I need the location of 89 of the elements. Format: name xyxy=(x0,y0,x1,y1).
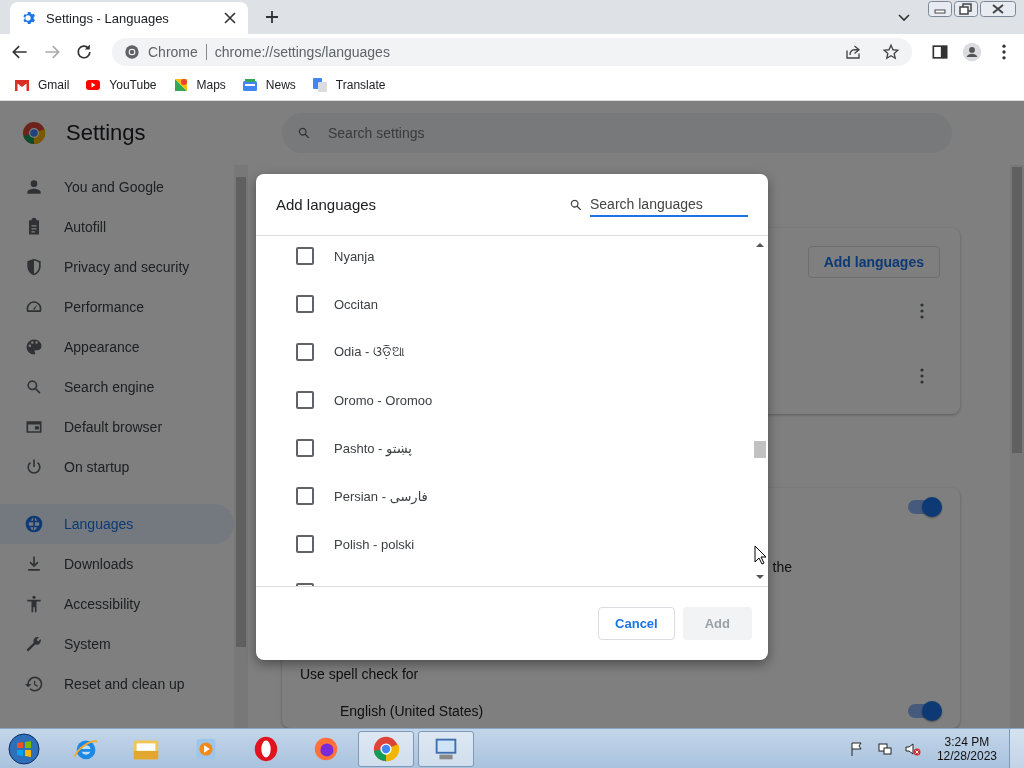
mouse-cursor-icon xyxy=(754,545,766,565)
side-panel-icon[interactable] xyxy=(930,42,950,62)
checkbox[interactable] xyxy=(296,439,314,457)
start-button[interactable] xyxy=(8,732,40,765)
star-icon[interactable] xyxy=(882,43,900,61)
checkbox[interactable] xyxy=(296,247,314,265)
nav-item[interactable]: Autofill xyxy=(0,207,234,247)
nav-item[interactable]: Privacy and security xyxy=(0,247,234,287)
palette-icon xyxy=(24,337,44,357)
reload-icon[interactable] xyxy=(74,42,94,62)
close-icon[interactable] xyxy=(222,10,238,26)
clock[interactable]: 3:24 PM 12/28/2023 xyxy=(928,734,1005,763)
power-icon xyxy=(24,457,44,477)
share-icon[interactable] xyxy=(844,43,862,61)
language-label: Odia - ଓଡ଼ିଆ xyxy=(334,344,405,360)
page-title: Settings xyxy=(66,120,146,146)
shield-icon xyxy=(24,257,44,277)
nav-item[interactable]: Default browser xyxy=(0,407,234,447)
bookmark-icon xyxy=(311,77,328,93)
nav-item[interactable]: Search engine xyxy=(0,367,234,407)
nav-item[interactable]: Performance xyxy=(0,287,234,327)
address-bar[interactable]: Chrome chrome://settings/languages xyxy=(112,38,912,66)
flag-icon[interactable] xyxy=(848,740,865,757)
nav-item[interactable]: Accessibility xyxy=(0,584,234,624)
play-icon xyxy=(85,77,102,93)
language-label: Occitan xyxy=(334,296,379,312)
arrow-down-icon[interactable] xyxy=(755,572,765,582)
restore-icon[interactable] xyxy=(954,1,978,17)
clock-time: 3:24 PM xyxy=(944,734,990,749)
toggle-switch[interactable] xyxy=(908,500,940,514)
language-label: Pashto - پښتو xyxy=(334,440,412,456)
checkbox[interactable] xyxy=(296,343,314,361)
bookmark-link[interactable]: Maps xyxy=(172,77,226,93)
search-field[interactable]: Search languages xyxy=(590,192,748,217)
browser-tab[interactable]: Settings - Languages xyxy=(10,2,248,34)
nav-item[interactable]: Downloads xyxy=(0,544,234,584)
search-icon xyxy=(296,125,312,141)
network-icon[interactable] xyxy=(876,740,893,757)
globe-icon xyxy=(24,514,44,534)
checkbox[interactable] xyxy=(296,535,314,553)
scrollbar[interactable] xyxy=(752,236,768,586)
cancel-button[interactable]: Cancel xyxy=(598,607,675,640)
dialog-title: Add languages xyxy=(276,196,377,213)
checkbox[interactable] xyxy=(296,487,314,505)
checkbox[interactable] xyxy=(296,295,314,313)
arrow-up-icon[interactable] xyxy=(755,240,765,250)
section-label: Use spell check for xyxy=(300,666,419,682)
toggle-switch[interactable] xyxy=(908,704,940,718)
wrench-icon xyxy=(24,634,44,654)
history-icon xyxy=(24,674,44,694)
close-icon[interactable] xyxy=(980,1,1016,17)
site-label: Chrome xyxy=(148,44,198,60)
chrome-logo-icon xyxy=(22,121,46,145)
nav-item[interactable]: On startup xyxy=(0,447,234,487)
scrollbar[interactable] xyxy=(1010,165,1024,728)
language-label: Polish - polski xyxy=(334,536,415,552)
bookmark-link[interactable]: News xyxy=(241,77,296,93)
taskbar-app[interactable] xyxy=(418,730,474,767)
scrollbar[interactable] xyxy=(234,165,248,728)
envelope-icon xyxy=(14,77,30,93)
url-text: chrome://settings/languages xyxy=(214,44,390,60)
map-pin-icon xyxy=(172,77,189,93)
tab-title: Settings - Languages xyxy=(46,10,170,26)
chrome-logo-icon xyxy=(124,44,140,60)
description-text: the xyxy=(772,559,792,575)
bookmark-link[interactable]: YouTube xyxy=(85,77,157,93)
clock-date: 12/28/2023 xyxy=(936,748,997,763)
scrollbar-thumb[interactable] xyxy=(754,441,766,458)
person-icon xyxy=(24,177,44,197)
nav-item[interactable]: You and Google xyxy=(0,167,234,207)
language-label: Oromo - Oromoo xyxy=(334,392,433,408)
nav-item[interactable]: Reset and clean up xyxy=(0,664,234,704)
nav-item[interactable]: Languages xyxy=(0,504,234,544)
taskbar-app[interactable] xyxy=(358,730,414,767)
language-label: Nyanja xyxy=(334,248,375,264)
bookmark-icon xyxy=(241,77,258,93)
add-languages-button[interactable]: Add languages xyxy=(807,246,940,278)
language-label: Persian - فارسی xyxy=(334,488,428,504)
nav-item[interactable]: System xyxy=(0,624,234,664)
accessibility-icon xyxy=(24,594,44,614)
volume-muted-icon[interactable] xyxy=(904,740,921,757)
profile-avatar-icon[interactable] xyxy=(962,42,982,62)
nav-item[interactable]: Appearance xyxy=(0,327,234,367)
plus-icon[interactable] xyxy=(264,9,280,25)
bookmark-link[interactable]: Gmail xyxy=(14,77,70,93)
language-name: English (United States) xyxy=(340,703,484,719)
search-field[interactable]: Search settings xyxy=(282,113,952,153)
checkbox[interactable] xyxy=(296,391,314,409)
bookmark-link[interactable]: Translate xyxy=(311,77,386,93)
